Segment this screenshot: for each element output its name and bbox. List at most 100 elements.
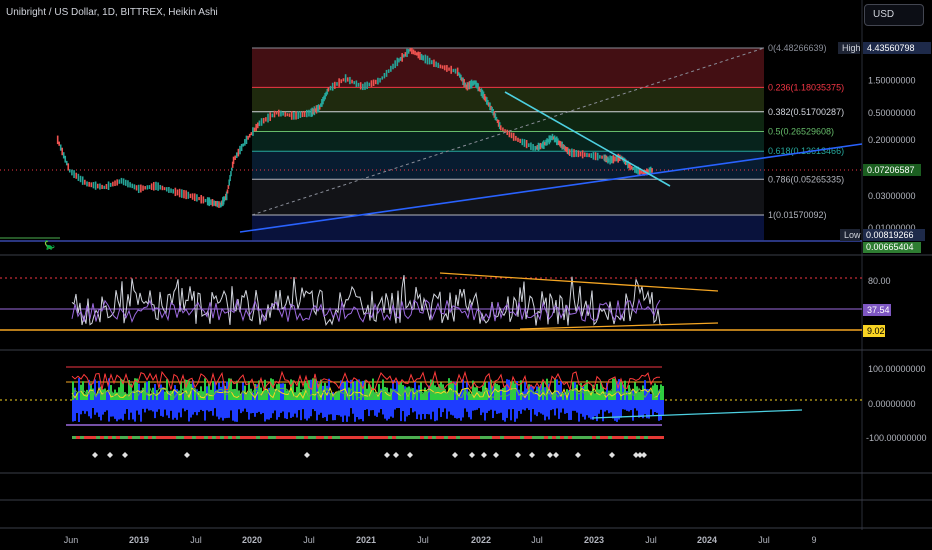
osc-bar: [178, 400, 180, 413]
osc-bar: [278, 400, 280, 418]
candle: [385, 69, 388, 77]
signal-diamond: [609, 452, 615, 458]
osc-signal-strip: [152, 436, 156, 439]
candle: [185, 190, 187, 200]
signal-diamond: [547, 452, 553, 458]
osc-signal-strip: [408, 436, 412, 439]
osc-bar: [440, 400, 442, 417]
candle: [211, 198, 214, 207]
candle: [242, 143, 245, 147]
osc-bar: [536, 400, 538, 417]
osc-bar: [198, 400, 200, 413]
osc-bar: [266, 400, 268, 420]
candle: [370, 80, 373, 87]
candle: [230, 171, 232, 177]
osc-bar: [638, 400, 640, 418]
candle: [280, 110, 282, 117]
candle: [170, 188, 172, 193]
osc-bar: [258, 400, 260, 412]
osc-bar: [396, 400, 398, 409]
osc-bar: [314, 400, 316, 412]
osc-signal-strip: [568, 436, 572, 439]
osc-bar: [142, 400, 144, 409]
candle: [568, 149, 571, 156]
osc-bar: [164, 391, 166, 400]
osc-bar: [586, 400, 588, 416]
candle: [146, 185, 149, 190]
candle: [630, 165, 633, 170]
osc-signal-strip: [320, 436, 324, 439]
candle: [614, 156, 616, 162]
osc-signal-strip: [484, 436, 488, 439]
signal-diamond: [184, 452, 190, 458]
high-value: 4.43560798: [867, 43, 915, 53]
candle: [159, 184, 162, 190]
osc-signal-strip: [540, 436, 544, 439]
osc-signal-strip: [244, 436, 248, 439]
osc-signal-strip: [332, 436, 336, 439]
osc-bar: [572, 400, 574, 411]
osc-signal-strip: [160, 436, 164, 439]
osc-bar: [642, 385, 644, 400]
osc-signal-strip: [124, 436, 128, 439]
osc-bar: [102, 400, 104, 415]
osc-signal-strip: [228, 436, 232, 439]
osc-signal-strip: [280, 436, 284, 439]
osc-bar: [84, 393, 86, 400]
osc-bar: [420, 400, 422, 420]
osc-bar: [322, 400, 324, 418]
candle: [67, 163, 70, 171]
osc-bar: [480, 400, 482, 416]
osc-bar: [330, 400, 332, 415]
osc-bar: [72, 400, 74, 422]
osc-bar: [296, 400, 298, 418]
candle: [396, 57, 399, 67]
fib-zone: [252, 151, 764, 180]
osc-bar: [446, 400, 448, 419]
osc-bar: [506, 379, 508, 400]
osc-bar: [140, 400, 142, 422]
candle: [214, 200, 217, 207]
candle: [584, 152, 586, 157]
osc-bar: [242, 400, 244, 412]
time-axis-label: 2023: [584, 535, 604, 545]
candle: [599, 155, 601, 159]
osc-signal-strip: [532, 436, 536, 439]
candle: [502, 127, 504, 132]
osc-signal-strip: [660, 436, 664, 439]
candle: [424, 54, 427, 64]
chart-canvas[interactable]: 0(4.48266639) 0.236(1.18035375) 0.382(0.51…: [0, 0, 932, 550]
osc-bar: [582, 400, 584, 417]
osc-signal-strip: [104, 436, 108, 439]
osc-bar: [146, 381, 148, 400]
osc-signal-strip: [348, 436, 352, 439]
osc-signal-strip: [628, 436, 632, 439]
candle: [86, 181, 88, 187]
osc-bar: [200, 386, 202, 400]
osc-bar: [640, 400, 642, 417]
candle: [581, 150, 584, 159]
osc-bar: [160, 384, 162, 400]
fib-label: 0.236(1.18035375): [768, 82, 844, 92]
candle: [99, 183, 101, 190]
candle: [532, 144, 534, 151]
candle: [142, 185, 144, 191]
osc-bar: [346, 400, 348, 422]
currency-button[interactable]: USD: [864, 4, 924, 26]
candle: [351, 79, 353, 84]
osc-signal-strip: [264, 436, 268, 439]
osc-bar: [526, 400, 528, 409]
candle: [579, 151, 582, 157]
osc-signal-strip: [116, 436, 120, 439]
candle: [415, 52, 418, 56]
osc-bar: [128, 400, 130, 420]
osc-bar: [78, 378, 80, 400]
osc-bar: [164, 400, 166, 410]
candle: [255, 123, 257, 131]
osc-signal-strip: [208, 436, 212, 439]
osc-signal-strip: [520, 436, 524, 439]
candle: [271, 113, 274, 118]
osc-bar: [422, 400, 424, 415]
osc-bar: [282, 383, 284, 400]
osc-bar: [404, 400, 406, 422]
